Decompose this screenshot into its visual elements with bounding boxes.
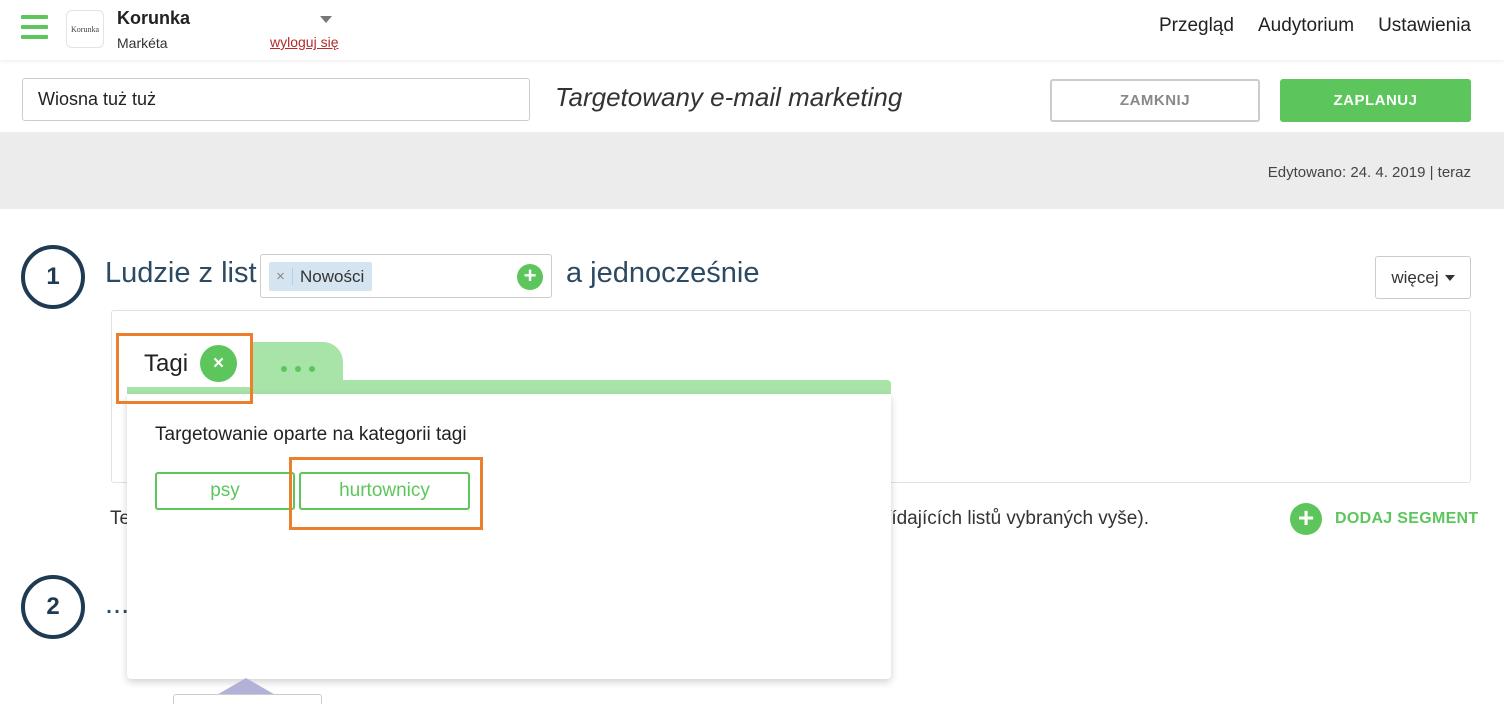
step-1-badge: 1 — [21, 245, 85, 309]
nav-audience[interactable]: Audytorium — [1258, 15, 1354, 37]
main-nav: Przegląd Audytorium Ustawienia — [1159, 15, 1471, 37]
caret-down-icon — [1444, 274, 1455, 281]
tab-tags-label: Tagi — [144, 350, 189, 377]
and-label: a jednocześnie — [566, 257, 760, 289]
more-label: więcej — [1391, 267, 1439, 287]
hint-box — [173, 694, 322, 704]
account-dropdown-caret-icon[interactable] — [320, 16, 332, 23]
more-tabs-tab[interactable] — [253, 342, 343, 387]
segment-info-text-end: řídajících listů vybraných vyše). — [885, 508, 1149, 529]
step-2-number: 2 — [46, 593, 60, 620]
account-logo: Korunka — [66, 10, 104, 48]
step-1-label: Ludzie z list — [105, 257, 257, 289]
add-segment-button[interactable]: + DODAJ SEGMENT — [1290, 503, 1478, 535]
tab-more-dot-icon — [295, 365, 301, 372]
close-button[interactable]: ZAMKNIJ — [1050, 79, 1260, 122]
nav-settings[interactable]: Ustawienia — [1378, 15, 1471, 37]
selected-list-label: Nowości — [300, 266, 365, 286]
account-user: Markéta — [117, 35, 168, 51]
step-2-label: ... — [105, 588, 130, 620]
step-1-number: 1 — [46, 263, 60, 290]
logout-link[interactable]: wyloguj się — [270, 34, 338, 50]
top-bar: Korunka Korunka Markéta wyloguj się Prze… — [0, 0, 1504, 60]
remove-list-icon[interactable]: × — [269, 268, 293, 285]
schedule-button[interactable]: ZAPLANUJ — [1280, 79, 1471, 122]
more-dropdown-button[interactable]: więcej — [1375, 256, 1471, 299]
close-tab-icon[interactable]: × — [200, 345, 237, 382]
list-selector[interactable]: × Nowości + — [260, 254, 552, 298]
edited-timestamp: Edytowano: 24. 4. 2019 | teraz — [1267, 164, 1471, 181]
tab-more-dot-icon — [309, 365, 315, 372]
selected-list-tag: × Nowości — [269, 262, 373, 291]
tag-option-hurtownicy[interactable]: hurtownicy — [299, 472, 470, 510]
step-2-badge: 2 — [21, 575, 85, 639]
account-logo-text: Korunka — [71, 24, 99, 34]
campaign-name-input[interactable] — [22, 78, 530, 121]
add-segment-label: DODAJ SEGMENT — [1335, 510, 1479, 527]
add-list-icon[interactable]: + — [517, 264, 543, 290]
tag-popup: Targetowanie oparte na kategorii tagi ps… — [127, 394, 891, 679]
add-segment-plus-icon: + — [1290, 503, 1322, 535]
tab-more-dot-icon — [281, 365, 287, 372]
hamburger-menu-icon[interactable] — [21, 15, 48, 39]
nav-overview[interactable]: Przegląd — [1159, 15, 1234, 37]
account-name: Korunka — [117, 8, 191, 28]
tag-option-psy[interactable]: psy — [155, 472, 295, 510]
campaign-type-label: Targetowany e-mail marketing — [555, 82, 903, 112]
popup-heading: Targetowanie oparte na kategorii tagi — [155, 424, 467, 445]
